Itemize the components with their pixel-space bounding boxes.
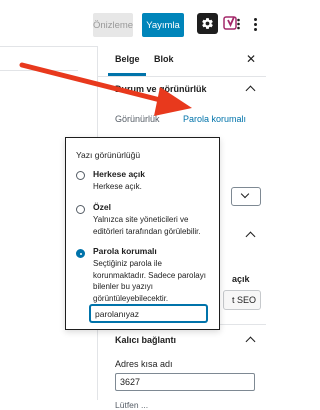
yoast-icon xyxy=(223,16,240,30)
radio-private[interactable] xyxy=(76,205,85,214)
author-select[interactable] xyxy=(231,187,261,206)
tab-block[interactable]: Blok xyxy=(154,54,174,64)
slug-input[interactable] xyxy=(115,373,255,391)
option-label-public[interactable]: Herkese açık xyxy=(93,169,145,179)
more-dot-icon xyxy=(253,27,257,31)
option-label-password[interactable]: Parola korumalı xyxy=(93,246,157,256)
chevron-up-icon[interactable] xyxy=(245,85,256,96)
password-input[interactable] xyxy=(90,305,207,322)
chevron-up-icon[interactable] xyxy=(245,231,256,242)
settings-button[interactable] xyxy=(197,13,218,34)
option-label-private[interactable]: Özel xyxy=(93,202,111,212)
popover-title: Yazı görünürlüğü xyxy=(76,150,141,160)
visibility-toggle-link[interactable]: Parola korumalı xyxy=(183,114,246,124)
more-options-button[interactable] xyxy=(250,14,260,34)
visibility-popover: Yazı görünürlüğü Herkese açık Herkese aç… xyxy=(65,137,220,330)
active-tab-indicator xyxy=(108,73,146,76)
editor-divider xyxy=(0,70,78,71)
tab-document[interactable]: Belge xyxy=(115,54,140,64)
more-dot-icon xyxy=(253,22,257,26)
seo-button[interactable]: t SEO xyxy=(223,290,261,310)
option-desc-password: Seçtiğiniz parola ile korunmaktadır. Sad… xyxy=(93,259,206,303)
status-panel-title[interactable]: Durum ve görünürlük xyxy=(115,84,207,94)
slug-label: Adres kısa adı xyxy=(115,359,173,369)
radio-password[interactable] xyxy=(76,249,85,258)
yoast-seo-button[interactable] xyxy=(222,13,243,34)
partial-label: açık xyxy=(232,274,250,284)
permalink-help-text: Lütfen ... xyxy=(115,400,149,410)
permalink-panel-title[interactable]: Kalıcı bağlantı xyxy=(115,335,176,345)
close-sidebar-icon[interactable]: ✕ xyxy=(246,52,256,66)
gear-icon xyxy=(202,18,213,29)
more-dot-icon xyxy=(253,17,257,21)
radio-public[interactable] xyxy=(76,171,85,180)
publish-button[interactable]: Yayımla xyxy=(142,13,184,37)
option-desc-private: Yalnızca site yöneticileri ve editörleri… xyxy=(93,215,201,236)
sidebar-tabs: Belge Blok ✕ xyxy=(98,46,266,77)
chevron-down-icon xyxy=(240,189,250,199)
preview-button[interactable]: Önizleme xyxy=(93,13,133,37)
option-desc-public: Herkese açık. xyxy=(93,182,142,191)
chevron-up-icon[interactable] xyxy=(245,336,256,347)
editor-header: Önizleme Yayımla xyxy=(0,0,265,47)
visibility-label: Görünürlük xyxy=(115,114,160,124)
